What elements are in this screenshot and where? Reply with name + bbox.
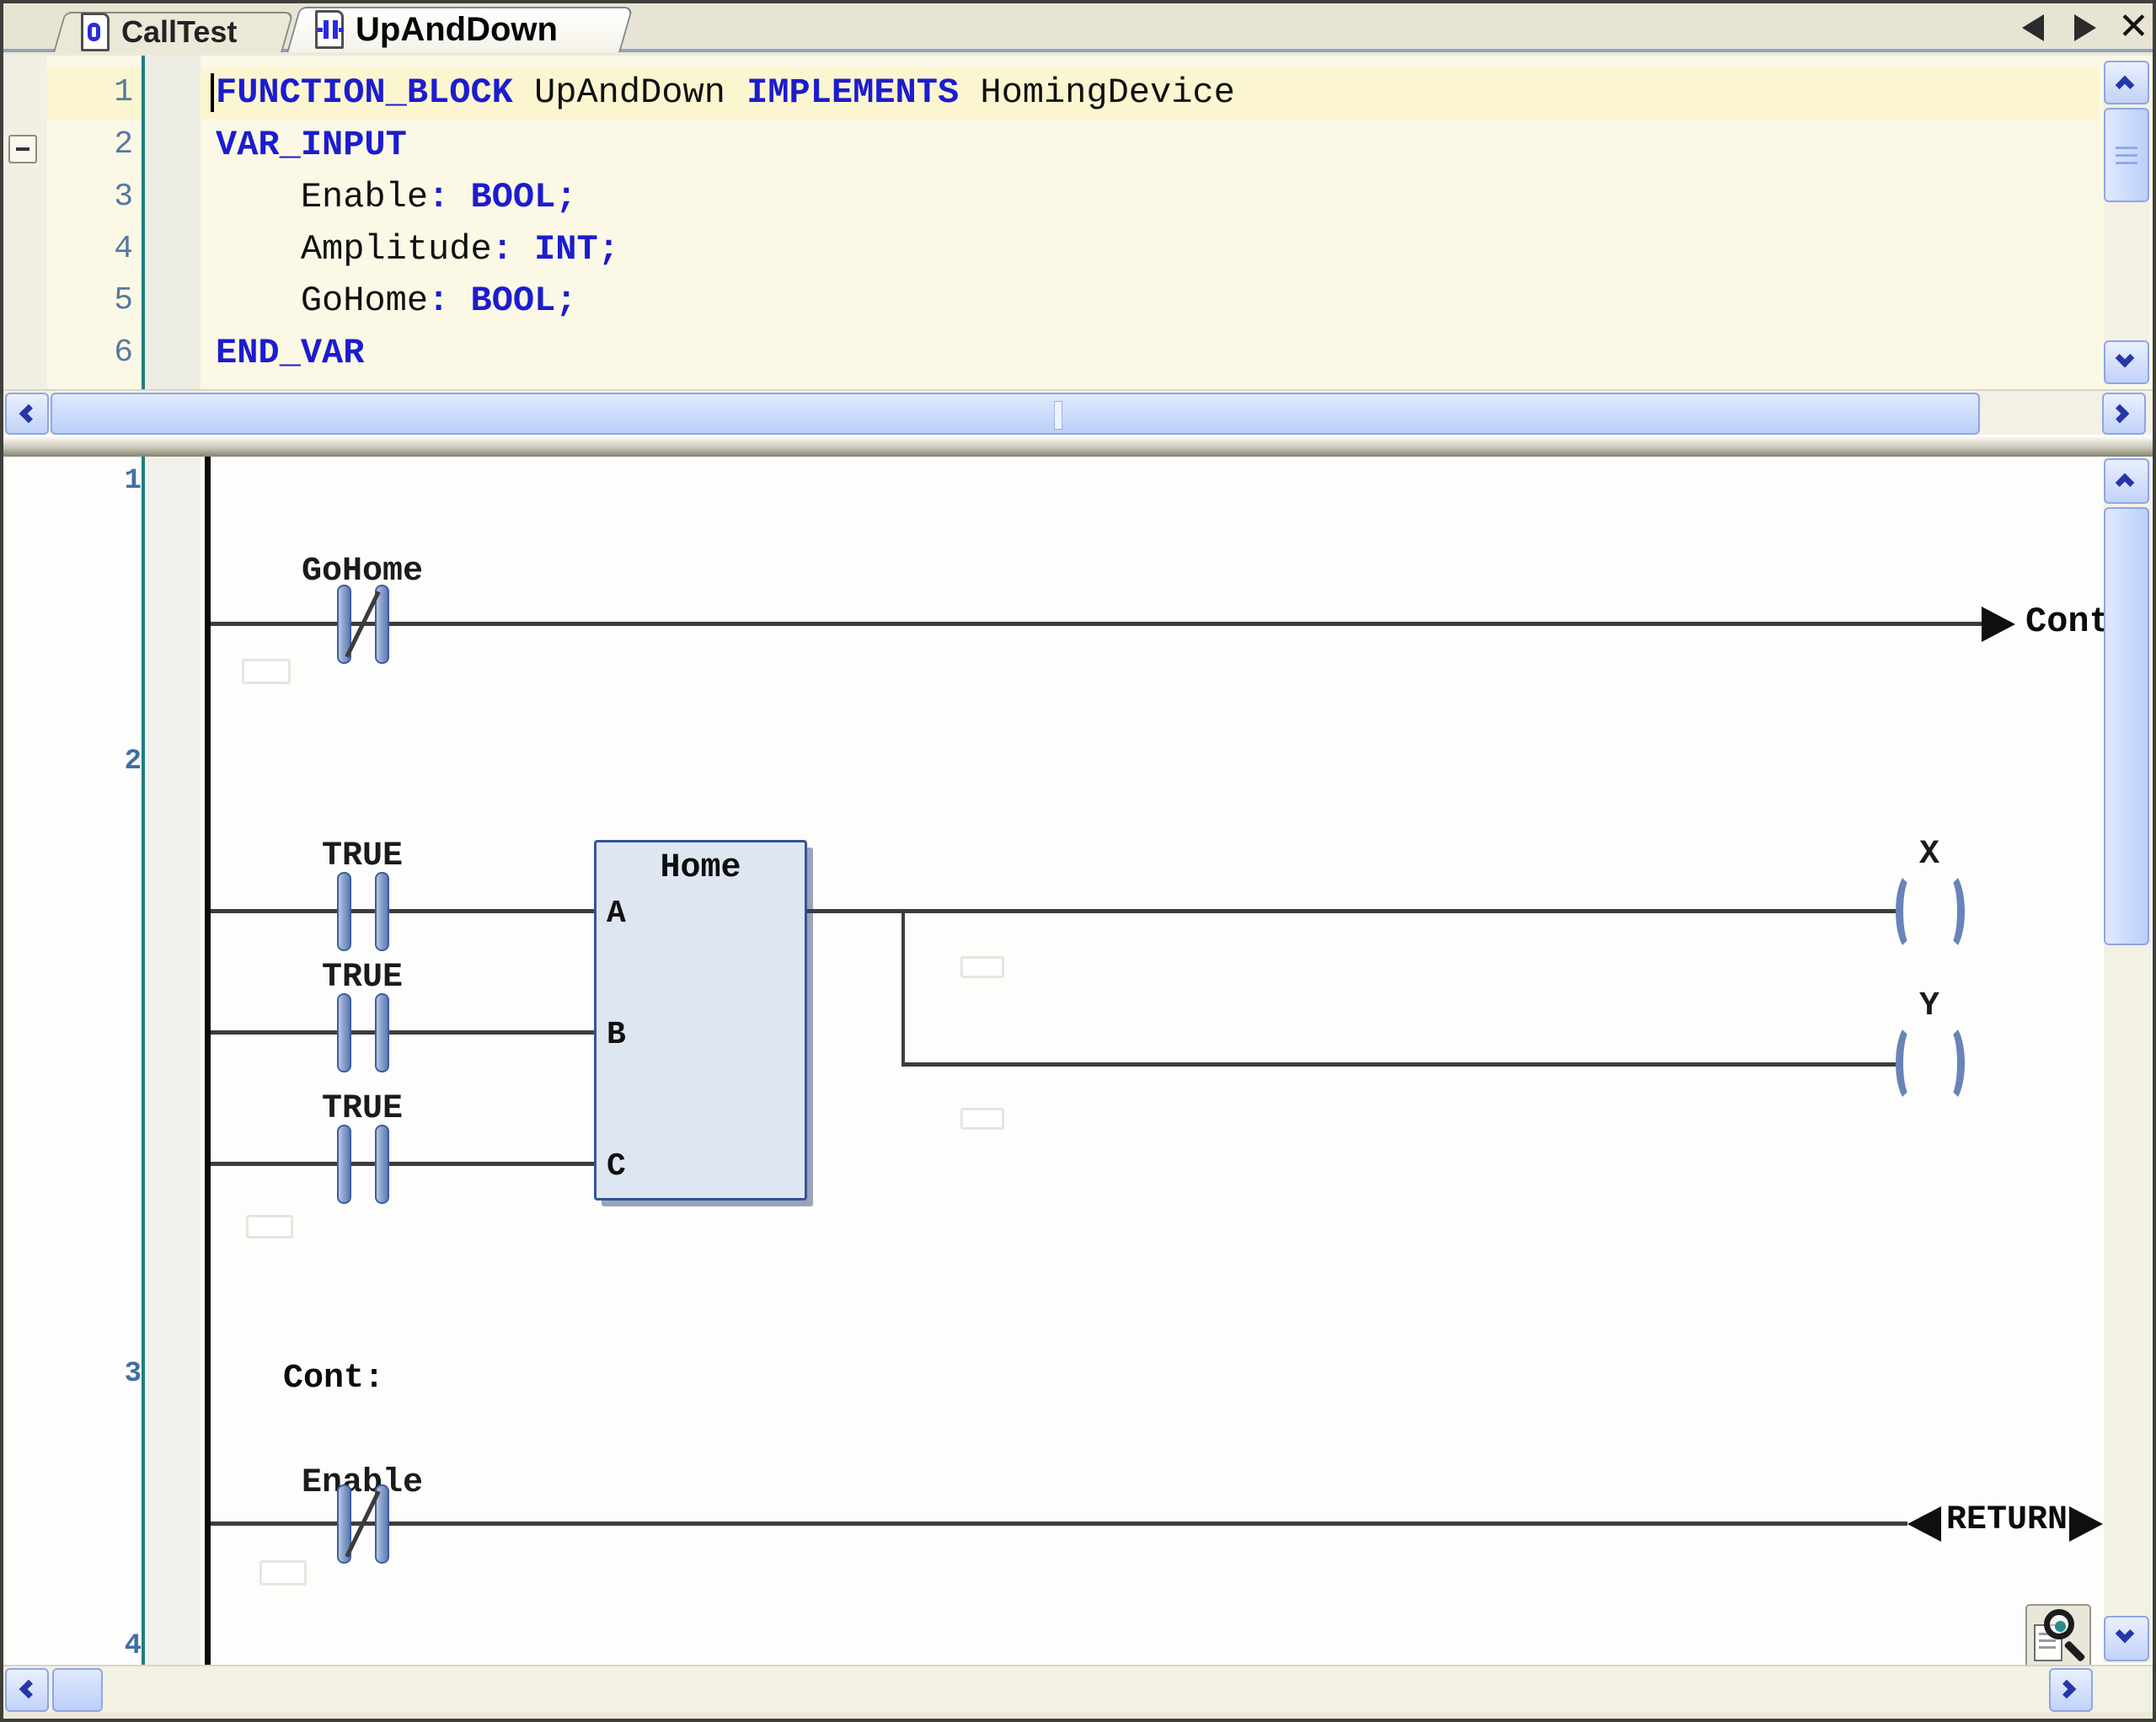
rung-wire — [211, 1521, 1907, 1526]
scroll-thumb[interactable] — [2104, 108, 2149, 202]
tab-calltest[interactable]: CallTest — [59, 12, 288, 52]
scroll-left-button[interactable] — [5, 1668, 49, 1712]
jump-target-label[interactable]: Cont — [2025, 602, 2111, 642]
line-number: 6 — [52, 328, 133, 378]
declaration-editor[interactable]: 1 FUNCTION_BLOCK UpAndDown IMPLEMENTS Ho… — [3, 56, 2153, 389]
function-block[interactable]: Home A B C — [594, 840, 807, 1201]
tab-upanddown[interactable]: UpAndDown — [293, 7, 627, 52]
rung-wire — [901, 1062, 1896, 1067]
operand-placeholder[interactable] — [246, 1215, 293, 1238]
scroll-down-button[interactable] — [2104, 340, 2149, 384]
rung-wire — [211, 622, 1982, 626]
code-line[interactable]: 2 VAR_INPUT — [3, 120, 2099, 170]
operand-placeholder[interactable] — [960, 956, 1004, 978]
text-caret — [211, 73, 214, 112]
code-line[interactable]: 6 END_VAR — [3, 328, 2099, 378]
decl-horizontal-scrollbar[interactable] — [3, 389, 2153, 435]
code-text: FUNCTION_BLOCK UpAndDown IMPLEMENTS Homi… — [216, 67, 1235, 118]
code-text: Enable: BOOL; — [216, 172, 577, 222]
magnifier-icon — [2044, 1609, 2074, 1639]
scroll-thumb[interactable] — [51, 393, 1980, 435]
tab-label: CallTest — [121, 14, 237, 50]
coil-operand-label[interactable]: X — [1828, 836, 2030, 874]
editor-tab-bar: CallTest UpAndDown ✕ — [3, 3, 2153, 52]
decl-vertical-scrollbar[interactable] — [2104, 61, 2149, 384]
zoom-button[interactable] — [2025, 1604, 2091, 1665]
contact-operand-label[interactable]: TRUE — [261, 837, 463, 875]
scroll-right-button[interactable] — [2102, 393, 2146, 435]
contact[interactable] — [335, 1125, 391, 1204]
function-block-title: Home — [597, 849, 805, 887]
code-text: VAR_INPUT — [216, 120, 407, 170]
contact-operand-label[interactable]: TRUE — [261, 1090, 463, 1128]
code-line[interactable]: 4 Amplitude: INT; — [3, 224, 2099, 275]
scroll-up-button[interactable] — [2104, 458, 2149, 504]
branch-wire — [901, 911, 905, 1066]
rung-wire — [211, 1162, 596, 1166]
coil-operand-label[interactable]: Y — [1828, 987, 2030, 1025]
jump-arrow-icon — [1982, 607, 2015, 642]
scroll-up-button[interactable] — [2104, 61, 2149, 104]
code-text: Amplitude: INT; — [216, 224, 619, 275]
scroll-thumb[interactable] — [2104, 507, 2149, 945]
line-number: 4 — [52, 224, 133, 275]
ladder-vertical-scrollbar[interactable] — [2104, 458, 2151, 1663]
operand-placeholder[interactable] — [259, 1560, 307, 1586]
pane-splitter[interactable] — [3, 435, 2153, 457]
code-line[interactable]: 1 FUNCTION_BLOCK UpAndDown IMPLEMENTS Ho… — [3, 67, 2099, 118]
rung-jump-label[interactable]: Cont: — [283, 1360, 384, 1398]
ladder-pou-icon — [315, 10, 344, 49]
scroll-left-button[interactable] — [5, 393, 49, 435]
line-number: 3 — [52, 172, 133, 222]
input-pin-label: B — [607, 1017, 626, 1053]
pou-icon-calltest — [81, 13, 110, 51]
network-number[interactable]: 1 — [103, 465, 142, 497]
contact-operand-label[interactable]: TRUE — [261, 959, 463, 997]
power-rail — [205, 457, 211, 1665]
ladder-editor[interactable]: 1 2 3 4 GoHome Cont TRUE TRUE TRUE Home — [3, 457, 2153, 1665]
ide-window: CallTest UpAndDown ✕ 1 — [0, 0, 2156, 1722]
return-label[interactable]: RETURN — [1946, 1501, 2068, 1539]
line-number: 5 — [52, 275, 133, 326]
ladder-horizontal-scrollbar[interactable] — [3, 1665, 2153, 1712]
close-button[interactable]: ✕ — [2118, 8, 2149, 45]
negated-contact[interactable] — [335, 585, 391, 664]
return-arrow-icon — [2069, 1506, 2103, 1542]
scroll-thumb[interactable] — [52, 1668, 103, 1712]
negated-contact[interactable] — [335, 1484, 391, 1564]
return-arrow-icon — [1907, 1506, 1941, 1542]
contact[interactable] — [335, 872, 391, 951]
scroll-down-button[interactable] — [2104, 1616, 2149, 1661]
network-number[interactable]: 4 — [103, 1630, 142, 1662]
operand-placeholder[interactable] — [960, 1108, 1004, 1130]
input-pin-label: A — [607, 896, 626, 932]
line-number: 2 — [52, 120, 133, 170]
coil[interactable] — [1896, 871, 1965, 952]
rung-wire — [211, 1030, 596, 1035]
coil[interactable] — [1896, 1023, 1965, 1104]
tab-label: UpAndDown — [356, 11, 558, 49]
code-text: END_VAR — [216, 328, 364, 378]
operand-placeholder[interactable] — [242, 659, 291, 684]
network-number[interactable]: 2 — [103, 746, 142, 778]
network-number[interactable]: 3 — [103, 1358, 142, 1390]
next-tab-button[interactable] — [2074, 14, 2096, 41]
line-number: 1 — [52, 67, 133, 118]
rung-wire — [807, 909, 1896, 913]
code-text: GoHome: BOOL; — [216, 275, 577, 326]
contact[interactable] — [335, 993, 391, 1072]
prev-tab-button[interactable] — [2022, 14, 2044, 41]
code-line[interactable]: 3 Enable: BOOL; — [3, 172, 2099, 222]
gutter-band — [145, 457, 201, 1665]
code-line[interactable]: 5 GoHome: BOOL; — [3, 275, 2099, 326]
scroll-right-button[interactable] — [2049, 1668, 2093, 1712]
rung-wire — [211, 909, 596, 913]
input-pin-label: C — [607, 1148, 626, 1185]
